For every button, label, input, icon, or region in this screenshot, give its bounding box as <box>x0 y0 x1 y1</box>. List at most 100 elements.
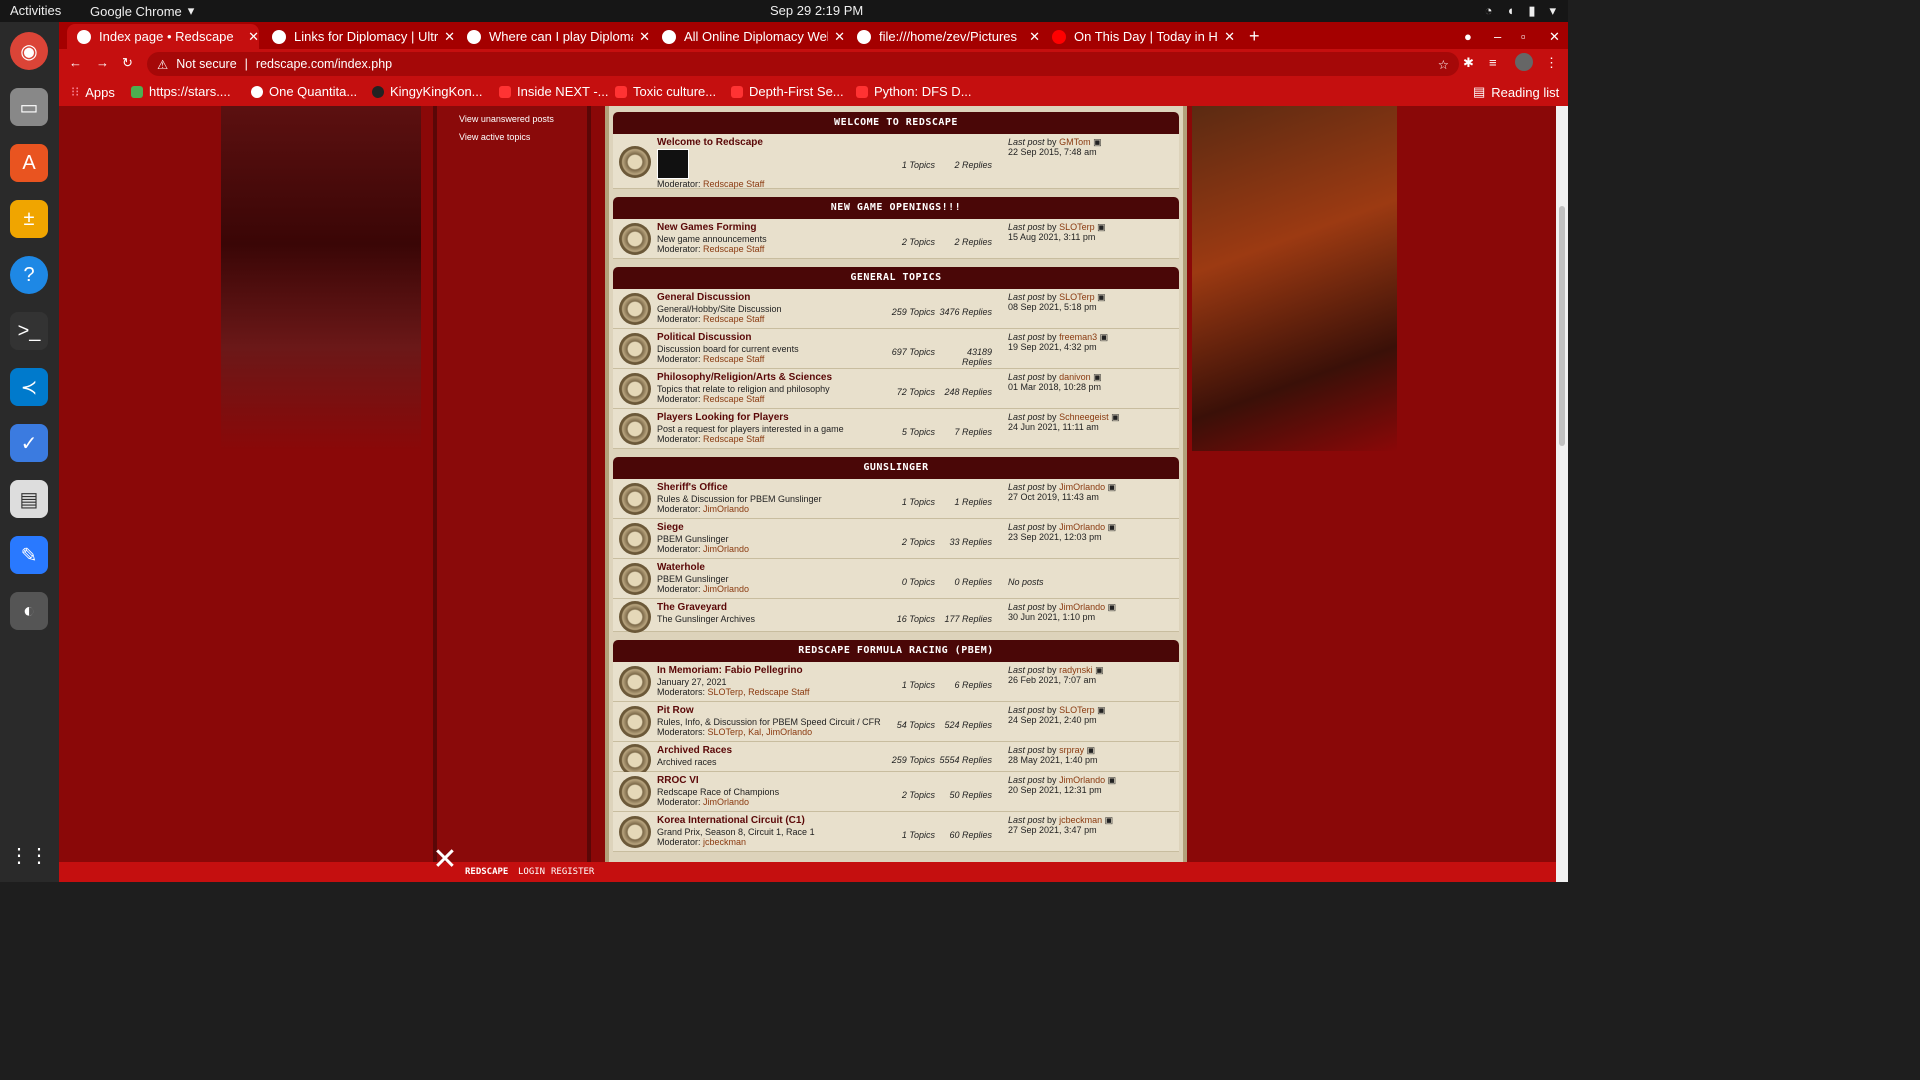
moderator-link[interactable]: SLOTerp, Redscape Staff <box>708 687 810 697</box>
bookmark-item[interactable]: KingyKingKon... <box>372 84 483 99</box>
minimize-button[interactable]: – <box>1484 24 1501 49</box>
moderator-link[interactable]: Redscape Staff <box>703 179 764 189</box>
reading-list-button[interactable]: ▤ Reading list <box>1473 84 1559 100</box>
close-icon[interactable]: ✕ <box>1224 29 1235 45</box>
app-menu[interactable]: Google Chrome ▾ <box>90 3 194 19</box>
system-tray[interactable]: ◔ ◖ ▮ ▾ <box>1485 3 1556 19</box>
view-latest-post-icon[interactable]: ▣ <box>1108 602 1117 612</box>
view-latest-post-icon[interactable]: ▣ <box>1111 412 1120 422</box>
extensions-icon[interactable]: ✱ <box>1463 55 1474 71</box>
gimp-icon[interactable]: ◐ <box>10 592 48 630</box>
tab-search-icon[interactable]: ● <box>1454 24 1472 49</box>
reload-icon[interactable]: ↻ <box>122 55 133 71</box>
files-icon[interactable]: ▭ <box>10 88 48 126</box>
category-header[interactable]: REDSCAPE FORMULA RACING (PBEM) <box>613 640 1179 662</box>
back-icon[interactable]: ← <box>69 55 82 70</box>
last-post-user-link[interactable]: SLOTerp <box>1059 705 1095 715</box>
moderator-link[interactable]: JimOrlando <box>703 504 749 514</box>
tab-online-diplomacy[interactable]: All Online Diplomacy Web ✕ <box>652 24 845 49</box>
forum-title-link[interactable]: The Graveyard <box>657 602 727 613</box>
forum-title-link[interactable]: Archived Races <box>657 745 732 756</box>
close-icon[interactable]: ✕ <box>444 29 455 45</box>
address-bar[interactable]: ⚠ Not secure | redscape.com/index.php ☆ <box>147 52 1459 76</box>
tab-links-diplomacy[interactable]: Links for Diplomacy | Ultr ✕ <box>262 24 455 49</box>
brand-label[interactable]: REDSCAPE <box>465 867 508 877</box>
view-latest-post-icon[interactable]: ▣ <box>1093 372 1102 382</box>
forum-title-link[interactable]: RROC VI <box>657 775 699 786</box>
forum-title-link[interactable]: Pit Row <box>657 705 694 716</box>
view-latest-post-icon[interactable]: ▣ <box>1097 222 1106 232</box>
vscode-icon[interactable]: ≺ <box>10 368 48 406</box>
forum-title-link[interactable]: Waterhole <box>657 562 705 573</box>
forum-title-link[interactable]: In Memoriam: Fabio Pellegrino <box>657 665 803 676</box>
view-latest-post-icon[interactable]: ▣ <box>1108 482 1117 492</box>
forum-title-link[interactable]: General Discussion <box>657 292 750 303</box>
moderator-link[interactable]: Redscape Staff <box>703 314 764 324</box>
activities-button[interactable]: Activities <box>10 3 61 18</box>
bookmark-item[interactable]: Inside NEXT -... <box>499 84 609 99</box>
category-header[interactable]: GUNSLINGER <box>613 457 1179 479</box>
moderator-link[interactable]: Redscape Staff <box>703 244 764 254</box>
tab-where-play[interactable]: Where can I play Diploma ✕ <box>457 24 650 49</box>
tab-redscape[interactable]: Index page • Redscape ✕ <box>67 24 259 49</box>
last-post-user-link[interactable]: JimOrlando <box>1059 482 1105 492</box>
help-icon[interactable]: ? <box>10 256 48 294</box>
moderator-link[interactable]: SLOTerp, Kal, JimOrlando <box>708 727 813 737</box>
clock[interactable]: Sep 29 2:19 PM <box>770 3 863 18</box>
bookmark-apps[interactable]: ⁝⁝ Apps <box>71 84 115 100</box>
crossed-swords-logo-icon[interactable]: ✕ <box>425 840 465 880</box>
category-header[interactable]: NEW GAME OPENINGS!!! <box>613 197 1179 219</box>
forward-icon[interactable]: → <box>96 55 109 70</box>
forum-title-link[interactable]: Welcome to Redscape <box>657 137 763 148</box>
forum-title-link[interactable]: Korea International Circuit (C1) <box>657 815 805 826</box>
forum-title-link[interactable]: New Games Forming <box>657 222 756 233</box>
scrollbar[interactable] <box>1556 106 1568 882</box>
menu-icon[interactable]: ⋮ <box>1545 55 1558 71</box>
tab-on-this-day[interactable]: On This Day | Today in His ✕ <box>1042 24 1235 49</box>
software-center-icon[interactable]: A <box>10 144 48 182</box>
forum-title-link[interactable]: Sheriff's Office <box>657 482 728 493</box>
close-icon[interactable]: ✕ <box>834 29 845 45</box>
avatar[interactable] <box>1515 53 1533 71</box>
close-icon[interactable]: ✕ <box>1029 29 1040 45</box>
calculator-icon[interactable]: ± <box>10 200 48 238</box>
document-viewer-icon[interactable]: ▤ <box>10 480 48 518</box>
forum-title-link[interactable]: Political Discussion <box>657 332 751 343</box>
category-header[interactable]: WELCOME TO REDSCAPE <box>613 112 1179 134</box>
bookmark-item[interactable]: Python: DFS D... <box>856 84 972 99</box>
view-latest-post-icon[interactable]: ▣ <box>1093 137 1102 147</box>
close-icon[interactable]: ✕ <box>639 29 650 45</box>
view-latest-post-icon[interactable]: ▣ <box>1108 522 1117 532</box>
last-post-user-link[interactable]: SLOTerp <box>1059 292 1095 302</box>
last-post-user-link[interactable]: jcbeckman <box>1059 815 1102 825</box>
moderator-link[interactable]: Redscape Staff <box>703 394 764 404</box>
bookmark-item[interactable]: Toxic culture... <box>615 84 716 99</box>
forum-title-link[interactable]: Philosophy/Religion/Arts & Sciences <box>657 372 832 383</box>
tab-file[interactable]: file:///home/zev/Pictures ✕ <box>847 24 1040 49</box>
last-post-user-link[interactable]: srpray <box>1059 745 1084 755</box>
last-post-user-link[interactable]: JimOrlando <box>1059 602 1105 612</box>
view-latest-post-icon[interactable]: ▣ <box>1105 815 1114 825</box>
last-post-user-link[interactable]: GMTom <box>1059 137 1091 147</box>
maximize-button[interactable]: ▫ <box>1511 24 1526 49</box>
terminal-icon[interactable]: >_ <box>10 312 48 350</box>
moderator-link[interactable]: JimOrlando <box>703 797 749 807</box>
moderator-link[interactable]: Redscape Staff <box>703 354 764 364</box>
scrollbar-thumb[interactable] <box>1559 206 1565 446</box>
window-close-button[interactable]: ✕ <box>1539 24 1560 49</box>
forum-title-link[interactable]: Siege <box>657 522 684 533</box>
star-icon[interactable]: ☆ <box>1438 57 1449 72</box>
last-post-user-link[interactable]: danivon <box>1059 372 1091 382</box>
bookmark-item[interactable]: https://stars.... <box>131 84 231 99</box>
moderator-link[interactable]: Redscape Staff <box>703 434 764 444</box>
chrome-icon[interactable]: ◉ <box>10 32 48 70</box>
register-link[interactable]: REGISTER <box>551 867 594 877</box>
last-post-user-link[interactable]: JimOrlando <box>1059 775 1105 785</box>
last-post-user-link[interactable]: JimOrlando <box>1059 522 1105 532</box>
view-active-link[interactable]: View active topics <box>437 124 587 142</box>
todo-icon[interactable]: ✓ <box>10 424 48 462</box>
text-editor-icon[interactable]: ✎ <box>10 536 48 574</box>
show-applications-icon[interactable]: ⋮⋮ <box>9 836 49 874</box>
bookmark-item[interactable]: One Quantita... <box>251 84 357 99</box>
last-post-user-link[interactable]: radynski <box>1059 665 1093 675</box>
